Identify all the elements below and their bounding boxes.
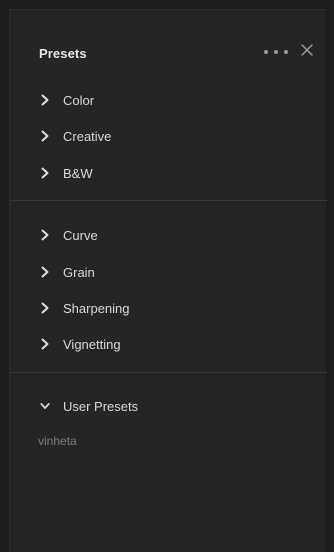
preset-group-label: Grain xyxy=(63,264,95,280)
more-options-icon[interactable] xyxy=(264,45,288,59)
dot xyxy=(284,50,288,54)
dot xyxy=(264,50,268,54)
preset-group-user-presets[interactable]: User Presets xyxy=(40,395,138,417)
section-divider xyxy=(10,200,327,201)
chevron-right-icon xyxy=(40,167,50,179)
dot xyxy=(274,50,278,54)
chevron-right-icon xyxy=(40,229,50,241)
section-divider xyxy=(10,372,327,373)
chevron-right-icon xyxy=(40,302,50,314)
preset-group-grain[interactable]: Grain xyxy=(40,261,95,283)
preset-group-creative[interactable]: Creative xyxy=(40,125,111,147)
chevron-right-icon xyxy=(40,130,50,142)
chevron-right-icon xyxy=(40,266,50,278)
preset-group-label: User Presets xyxy=(63,398,139,414)
preset-group-curve[interactable]: Curve xyxy=(40,224,98,246)
preset-group-vignetting[interactable]: Vignetting xyxy=(40,333,121,355)
preset-group-sharpening[interactable]: Sharpening xyxy=(40,297,130,319)
chevron-right-icon xyxy=(40,338,50,350)
preset-group-label: B&W xyxy=(63,165,93,181)
chevron-right-icon xyxy=(40,94,50,106)
preset-group-label: Creative xyxy=(63,128,112,144)
preset-group-label: Color xyxy=(63,92,95,108)
user-preset-item[interactable]: vinheta xyxy=(38,434,77,448)
preset-group-label: Vignetting xyxy=(63,336,121,352)
preset-group-color[interactable]: Color xyxy=(40,89,94,111)
panel-header: Presets xyxy=(10,10,326,68)
presets-panel: Presets Color Creative B&W Curve Grain S… xyxy=(9,9,327,552)
preset-group-bw[interactable]: B&W xyxy=(40,162,93,184)
app-background: Presets Color Creative B&W Curve Grain S… xyxy=(0,0,334,552)
preset-group-label: Curve xyxy=(63,227,98,243)
chevron-down-icon xyxy=(40,400,50,412)
close-icon[interactable] xyxy=(300,43,314,57)
preset-group-label: Sharpening xyxy=(63,300,130,316)
panel-title: Presets xyxy=(39,46,87,61)
